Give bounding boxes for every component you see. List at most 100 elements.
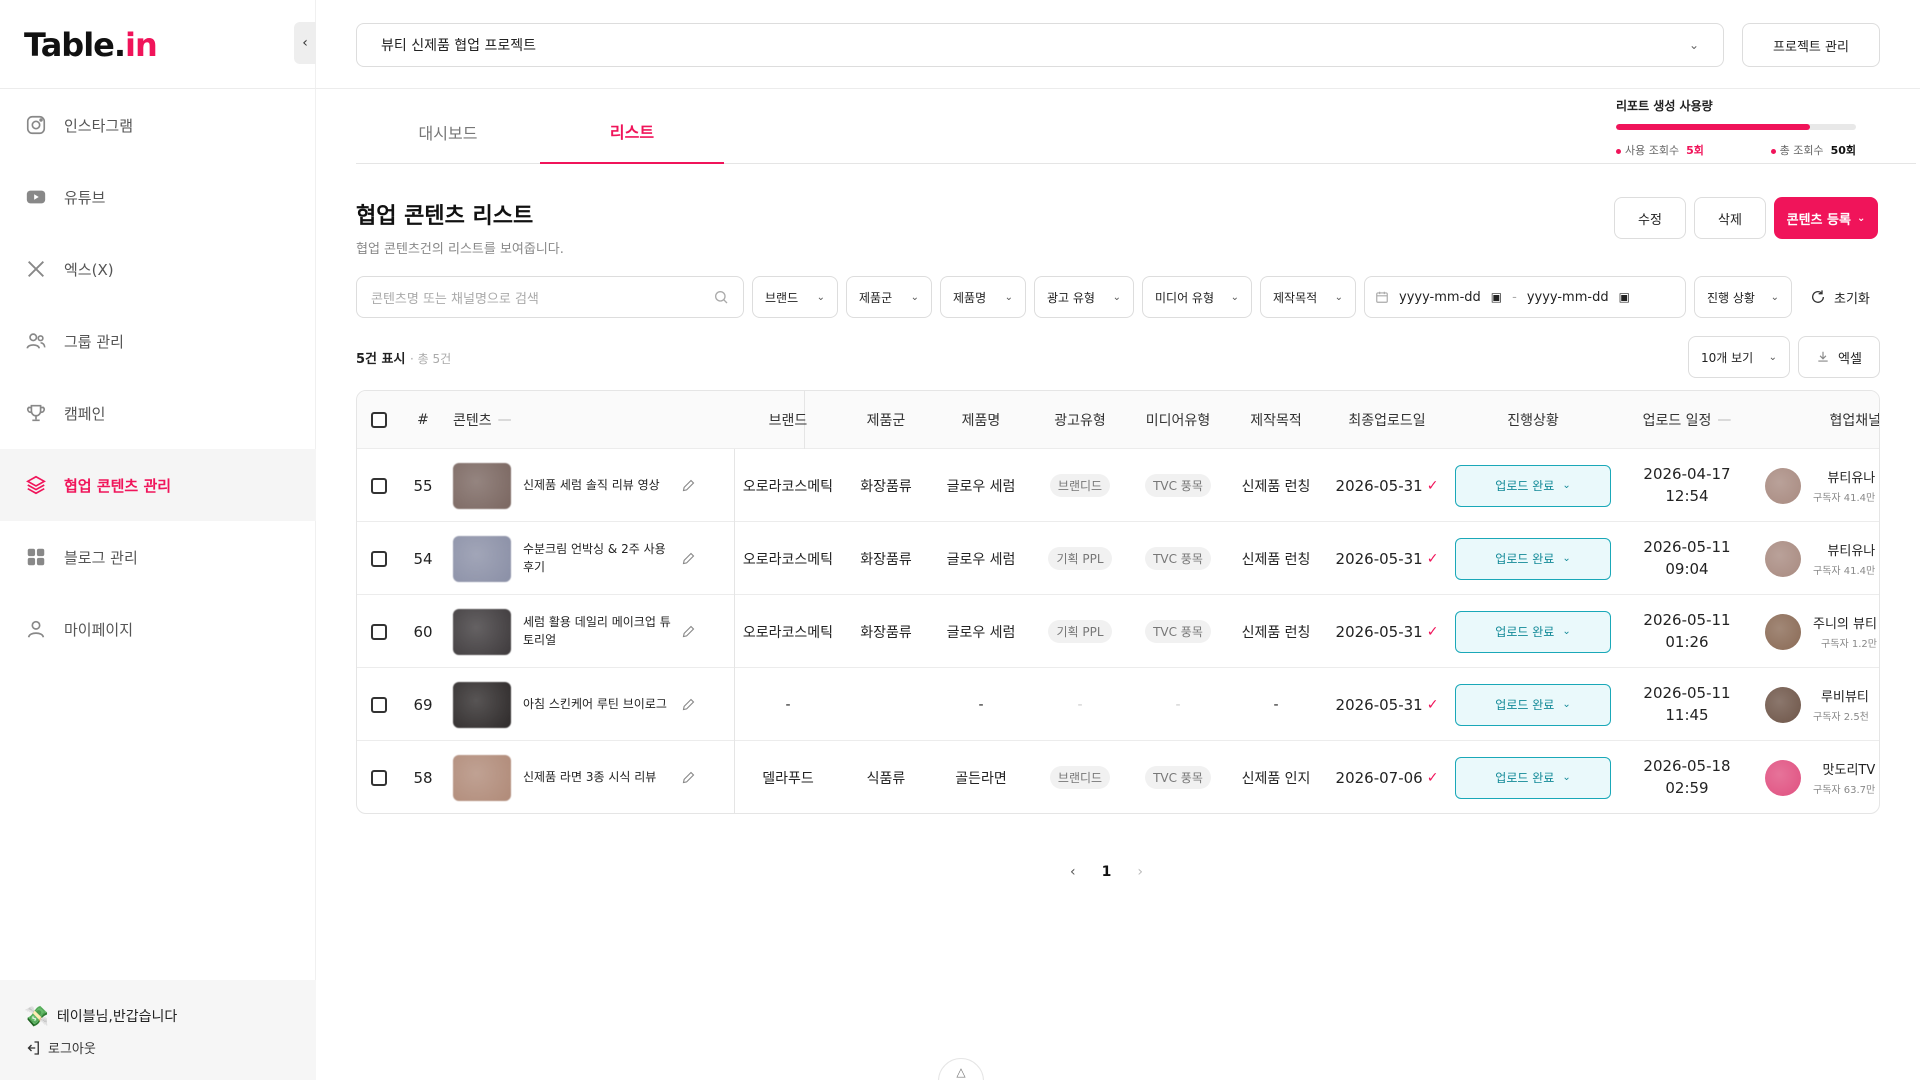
header-channel: 협업채널 bbox=[1829, 413, 1880, 429]
logout-button[interactable]: 로그아웃 bbox=[24, 1038, 292, 1057]
header-last-upload: 최종업로드일 bbox=[1348, 413, 1426, 429]
header-media-type: 미디어유형 bbox=[1145, 413, 1211, 429]
product-name-filter[interactable]: 제품명 ⌄ bbox=[940, 276, 1026, 318]
pencil-icon[interactable] bbox=[681, 624, 696, 639]
ad-type-filter[interactable]: 광고 유형 ⌄ bbox=[1034, 276, 1134, 318]
row-checkbox[interactable] bbox=[357, 741, 401, 813]
row-product-group: 식품류 bbox=[866, 770, 906, 787]
calendar-icon[interactable]: ▣ bbox=[1491, 290, 1502, 304]
calendar-icon[interactable]: ▣ bbox=[1619, 290, 1630, 304]
reset-button[interactable]: 초기화 bbox=[1800, 276, 1880, 318]
content-thumbnail[interactable] bbox=[453, 681, 511, 728]
usage-used: 사용 조회수 5회 bbox=[1616, 142, 1704, 158]
content-thumbnail[interactable] bbox=[453, 754, 511, 801]
bottom-handle[interactable]: △ bbox=[938, 1058, 984, 1080]
content-thumbnail[interactable] bbox=[453, 462, 511, 509]
content-title[interactable]: 신제품 라면 3종 시식 리뷰 bbox=[523, 769, 673, 786]
row-checkbox[interactable] bbox=[357, 449, 401, 522]
sidebar-collapse-button[interactable]: ‹ bbox=[294, 22, 316, 64]
row-channel[interactable]: 뷰티유나 구독자 41.4만 bbox=[1757, 449, 1879, 522]
row-content[interactable]: 세럼 활용 데일리 메이크업 튜토리얼 bbox=[445, 595, 735, 668]
excel-download-button[interactable]: 엑셀 bbox=[1798, 336, 1880, 378]
content-title[interactable]: 아침 스킨케어 루틴 브이로그 bbox=[523, 696, 673, 713]
table-row[interactable]: 54 수분크림 언박싱 & 2주 사용 후기 오로라코스메틱 화장품류 글로우 … bbox=[357, 522, 1879, 595]
table-row[interactable]: 60 세럼 활용 데일리 메이크업 튜토리얼 오로라코스메틱 화장품류 글로우 … bbox=[357, 595, 1879, 668]
content-title[interactable]: 수분크림 언박싱 & 2주 사용 후기 bbox=[523, 541, 673, 576]
check-icon: ✓ bbox=[1426, 696, 1439, 713]
select-all-checkbox[interactable] bbox=[357, 391, 401, 449]
row-channel[interactable]: 뷰티유나 구독자 41.4만 bbox=[1757, 522, 1879, 595]
sidebar-item-collab-content[interactable]: 협업 콘텐츠 관리 bbox=[0, 449, 316, 521]
edit-button[interactable]: 수정 bbox=[1614, 197, 1686, 239]
header-ad-type: 광고유형 bbox=[1054, 413, 1106, 429]
greeting: 💸 테이블님,반갑습니다 bbox=[24, 1004, 178, 1028]
brand-filter[interactable]: 브랜드 ⌄ bbox=[752, 276, 838, 318]
delete-button[interactable]: 삭제 bbox=[1694, 197, 1766, 239]
usage-total: 총 조회수 50회 bbox=[1770, 142, 1856, 158]
table-row[interactable]: 69 아침 스킨케어 루틴 브이로그 - - - - - 2026-05-31 ✓… bbox=[357, 668, 1879, 741]
search-input[interactable]: 콘텐츠명 또는 채널명으로 검색 bbox=[356, 276, 744, 318]
row-content[interactable]: 신제품 라면 3종 시식 리뷰 bbox=[445, 741, 735, 813]
status-dropdown[interactable]: 업로드 완료 ⌄ bbox=[1455, 464, 1611, 507]
project-select-value: 뷰티 신제품 협업 프로젝트 bbox=[381, 38, 537, 54]
tab-list[interactable]: 리스트 bbox=[540, 100, 724, 164]
date-to-input[interactable]: yyyy-mm-dd bbox=[1527, 290, 1609, 305]
page-size-select[interactable]: 10개 보기 ⌄ bbox=[1688, 336, 1790, 378]
next-page-button[interactable]: › bbox=[1137, 864, 1143, 880]
row-content[interactable]: 아침 스킨케어 루틴 브이로그 bbox=[445, 668, 735, 741]
row-status: 업로드 완료 ⌄ bbox=[1449, 668, 1617, 741]
sidebar-item-label: 엑스(X) bbox=[64, 260, 114, 279]
row-product-group: 화장품류 bbox=[860, 624, 912, 641]
filter-bar: 콘텐츠명 또는 채널명으로 검색 브랜드 ⌄ 제품군 ⌄ 제품명 ⌄ 광고 유형 ⌄ 미… bbox=[356, 276, 1880, 318]
header-upload-schedule[interactable]: 업로드 일정 — bbox=[1617, 391, 1757, 449]
row-checkbox[interactable] bbox=[357, 522, 401, 595]
status-dropdown[interactable]: 업로드 완료 ⌄ bbox=[1455, 756, 1611, 799]
sidebar-item-mypage[interactable]: 마이페이지 bbox=[0, 593, 316, 665]
row-content[interactable]: 신제품 세럼 솔직 리뷰 영상 bbox=[445, 449, 735, 522]
purpose-filter[interactable]: 제작목적 ⌄ bbox=[1260, 276, 1356, 318]
date-from-input[interactable]: yyyy-mm-dd bbox=[1399, 290, 1481, 305]
sidebar-item-instagram[interactable]: 인스타그램 bbox=[0, 89, 316, 161]
media-type-filter[interactable]: 미디어 유형 ⌄ bbox=[1142, 276, 1252, 318]
row-channel[interactable]: 맛도리TV 구독자 63.7만 bbox=[1757, 741, 1879, 813]
row-brand: - bbox=[785, 696, 791, 713]
table-row[interactable]: 55 신제품 세럼 솔직 리뷰 영상 오로라코스메틱 화장품류 글로우 세럼 브… bbox=[357, 449, 1879, 522]
row-checkbox[interactable] bbox=[357, 595, 401, 668]
content-thumbnail[interactable] bbox=[453, 535, 511, 582]
row-channel[interactable]: 루비뷰티 구독자 2.5천 bbox=[1757, 668, 1879, 741]
content-title[interactable]: 세럼 활용 데일리 메이크업 튜토리얼 bbox=[523, 614, 673, 649]
x-icon bbox=[24, 257, 48, 281]
status-dropdown[interactable]: 업로드 완료 ⌄ bbox=[1455, 683, 1611, 726]
sidebar-item-x[interactable]: 엑스(X) bbox=[0, 233, 316, 305]
pencil-icon[interactable] bbox=[681, 697, 696, 712]
row-ad-type: 브랜디드 bbox=[1031, 449, 1129, 522]
status-dropdown[interactable]: 업로드 완료 ⌄ bbox=[1455, 610, 1611, 653]
project-select[interactable]: 뷰티 신제품 협업 프로젝트 ⌄ bbox=[356, 23, 1724, 67]
prev-page-button[interactable]: ‹ bbox=[1070, 864, 1076, 880]
tab-dashboard[interactable]: 대시보드 bbox=[356, 100, 540, 164]
sidebar-item-campaign[interactable]: 캠페인 bbox=[0, 377, 316, 449]
row-ad-type: - bbox=[1077, 696, 1083, 713]
row-channel[interactable]: 주니의 뷰티 구독자 1.2만 bbox=[1757, 595, 1879, 668]
row-checkbox[interactable] bbox=[357, 668, 401, 741]
product-group-filter[interactable]: 제품군 ⌄ bbox=[846, 276, 932, 318]
app-logo[interactable]: Table.in bbox=[24, 26, 158, 64]
page-number[interactable]: 1 bbox=[1102, 864, 1112, 880]
project-manage-button[interactable]: 프로젝트 관리 bbox=[1742, 23, 1880, 67]
sidebar-item-blog[interactable]: 블로그 관리 bbox=[0, 521, 316, 593]
status-dropdown[interactable]: 업로드 완료 ⌄ bbox=[1455, 537, 1611, 580]
sidebar-item-label: 그룹 관리 bbox=[64, 332, 124, 351]
table-row[interactable]: 58 신제품 라면 3종 시식 리뷰 델라푸드 식품류 골든라면 브랜디드 TV… bbox=[357, 741, 1879, 813]
content-thumbnail[interactable] bbox=[453, 608, 511, 655]
sidebar-item-youtube[interactable]: 유튜브 bbox=[0, 161, 316, 233]
content-title[interactable]: 신제품 세럼 솔직 리뷰 영상 bbox=[523, 477, 673, 494]
status-filter[interactable]: 진행 상황 ⌄ bbox=[1694, 276, 1792, 318]
chevron-down-icon: ⌄ bbox=[816, 291, 825, 303]
row-product-name: 골든라면 bbox=[955, 770, 1007, 787]
register-content-button[interactable]: 콘텐츠 등록 ⌄ bbox=[1774, 197, 1878, 239]
pencil-icon[interactable] bbox=[681, 551, 696, 566]
sidebar-item-group[interactable]: 그룹 관리 bbox=[0, 305, 316, 377]
pencil-icon[interactable] bbox=[681, 770, 696, 785]
pencil-icon[interactable] bbox=[681, 478, 696, 493]
row-content[interactable]: 수분크림 언박싱 & 2주 사용 후기 bbox=[445, 522, 735, 595]
